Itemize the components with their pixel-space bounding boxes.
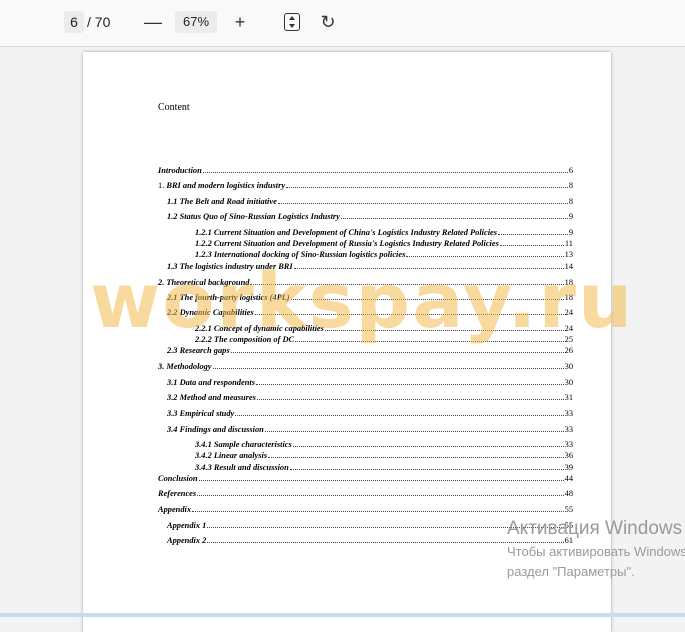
toc-entry-page: 39 [564,463,573,472]
toc-dot-leader [289,462,564,470]
toc-entry[interactable]: 3.4.1 Sample characteristics 33 [195,439,573,450]
toc-entry-page: 9 [568,212,573,221]
toc-entry[interactable]: 1.2 Status Quo of Sino-Russian Logistics… [167,211,573,222]
toc-entry-page: 26 [564,346,573,355]
page-total: / 70 [87,14,111,30]
toc-dot-leader [268,450,564,458]
toc-entry-title: 3.4.3 Result and discussion [195,463,289,472]
windows-activation-title: Активация Windows [507,518,683,539]
zoom-level-field[interactable]: 67% [175,11,217,33]
toc-entry[interactable]: 3.2 Method and measures 31 [167,392,573,403]
toc-entry-title: 1.1 The Belt and Road initiative [167,197,277,206]
toc-entry-title: Conclusion [158,474,198,483]
toc-entry-title: Appendix [158,505,192,514]
toc-entry[interactable]: 3.4.3 Result and discussion 39 [195,462,573,473]
toc-dot-leader [192,504,564,512]
toc-entry-page: 48 [564,489,573,498]
toc-entry-title: 3. Methodology [158,362,212,371]
toc-entry-title: Appendix 2 [167,536,207,545]
toc-entry-title: 3.4.2 Linear analysis [195,451,268,460]
toc-entry-page: 36 [564,451,573,460]
watermark-text: workspay.ru [90,256,635,345]
toc-entry-page: 33 [564,409,573,418]
toc-dot-leader [212,361,564,369]
toc-entry-title: 1.2.1 Current Situation and Development … [195,228,497,237]
toc-entry-title: Appendix 1 [167,521,207,530]
toc-entry[interactable]: 1.2.2 Current Situation and Development … [195,238,573,249]
toc-entry-title: 3.1 Data and respondents [167,378,255,387]
toc-entry[interactable]: 3.4 Findings and discussion 33 [167,424,573,435]
toc-entry[interactable]: 1.1 The Belt and Road initiative 8 [167,196,573,207]
toc-entry[interactable]: 3.4.2 Linear analysis 36 [195,450,573,461]
windows-activation-line2: раздел "Параметры". [507,564,635,579]
page-number-input[interactable]: 6 [64,11,84,33]
toc-entry-page: 30 [564,362,573,371]
toc-dot-leader [340,211,568,219]
toc-dot-leader [255,377,564,385]
toc-entry[interactable]: Introduction 6 [158,165,573,176]
page-title: Content [158,102,190,113]
toc-entry-page: 55 [564,505,573,514]
toc-dot-leader [256,392,564,400]
bottom-status-strip [0,613,685,617]
toc-dot-leader [498,227,568,235]
toc-entry[interactable]: 1.2.1 Current Situation and Development … [195,227,573,238]
toc-entry-title: Introduction [158,166,202,175]
toc-entry-page: 33 [564,425,573,434]
toc-entry-page: 44 [564,474,573,483]
minus-icon: — [144,12,162,32]
toc-dot-leader [235,408,564,416]
toc-entry-page: 8 [568,197,573,206]
plus-icon: + [234,12,246,32]
toc-entry-title: References [158,489,197,498]
toc-dot-leader [277,196,568,204]
toc-entry[interactable]: References 48 [158,488,573,499]
toc-entry[interactable]: Conclusion 44 [158,473,573,484]
toc-entry-title: 3.2 Method and measures [167,393,256,402]
windows-activation-line1: Чтобы активировать Windows [507,544,685,559]
toc-entry[interactable]: 3.1 Data and respondents 30 [167,377,573,388]
toc-dot-leader [198,473,564,481]
toc-entry-page: 30 [564,378,573,387]
toc-entry-title: 1.2.2 Current Situation and Development … [195,239,499,248]
pdf-toolbar: 6 / 70 — 67% + ↻ [0,0,685,47]
toc-entry-title: 1.2 Status Quo of Sino-Russian Logistics… [167,212,340,221]
toc-entry[interactable]: 1. BRI and modern logistics industry 8 [158,180,573,191]
zoom-out-button[interactable]: — [141,11,165,33]
toc-dot-leader [202,165,568,173]
toc-entry[interactable]: 3.3 Empirical study 33 [167,408,573,419]
fit-page-button[interactable] [280,11,304,33]
toc-dot-leader [264,424,564,432]
toc-dot-leader [292,439,564,447]
toc-entry-title: BRI and modern logistics industry [166,181,286,190]
toc-entry-title: 2.3 Research gaps [167,346,230,355]
toc-entry[interactable]: Appendix 55 [158,504,573,515]
toc-entry-title: 3.4 Findings and discussion [167,425,264,434]
toc-entry-title: 3.3 Empirical study [167,409,235,418]
toc-entry[interactable]: 3. Methodology 30 [158,361,573,372]
toc-dot-leader [499,238,564,246]
toc-dot-leader [197,488,564,496]
toc-entry-page: 9 [568,228,573,237]
toc-dot-leader [230,345,564,353]
toc-entry-page: 33 [564,440,573,449]
toc-entry-page: 11 [564,239,573,248]
rotate-icon: ↻ [320,12,336,32]
rotate-button[interactable]: ↻ [316,11,340,33]
zoom-in-button[interactable]: + [228,11,252,33]
toc-entry-page: 6 [568,166,573,175]
toc-entry-page: 31 [564,393,573,402]
fit-page-icon [284,13,300,31]
toc-dot-leader [286,180,568,188]
toc-entry[interactable]: 2.3 Research gaps 26 [167,345,573,356]
toc-entry-title: 3.4.1 Sample characteristics [195,440,292,449]
toc-entry-page: 8 [568,181,573,190]
